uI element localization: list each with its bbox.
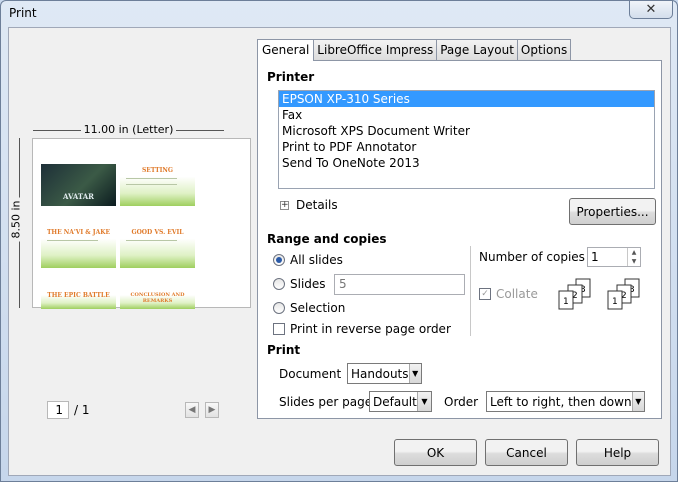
text-line <box>47 240 98 241</box>
slide-thumbnail-title: AVATAR <box>63 192 94 201</box>
all-slides-label: All slides <box>290 253 343 267</box>
cancel-button[interactable]: Cancel <box>485 439 568 466</box>
preview-height-scale: 8.50 in <box>9 138 26 308</box>
radio-button[interactable] <box>273 302 285 314</box>
page-total-label: / 1 <box>74 403 90 417</box>
selection-option[interactable]: Selection <box>273 301 345 315</box>
tab-page-layout[interactable]: Page Layout <box>436 39 518 60</box>
tab-options[interactable]: Options <box>516 39 572 60</box>
collated-copies-icon: 3 2 1 <box>558 278 591 310</box>
preview-width-scale: 11.00 in (Letter) <box>33 123 224 136</box>
spinner-arrows[interactable]: ▲ ▼ <box>627 248 640 266</box>
chevron-up-icon[interactable]: ▲ <box>628 248 640 257</box>
printer-item[interactable]: Print to PDF Annotator <box>279 139 654 155</box>
document-label: Document <box>279 367 342 381</box>
document-value: Handouts <box>351 366 409 381</box>
properties-button[interactable]: Properties... <box>569 198 656 225</box>
slide-thumbnail-title: CONCLUSION AND REMARKS <box>130 292 185 304</box>
radio-button[interactable] <box>273 254 285 266</box>
close-icon: ✕ <box>645 2 657 17</box>
text-line <box>126 184 177 185</box>
svg-text:1: 1 <box>612 297 618 307</box>
printer-item[interactable]: Send To OneNote 2013 <box>279 155 654 171</box>
svg-text:1: 1 <box>563 297 569 307</box>
print-heading: Print <box>267 343 301 357</box>
print-preview-page: AVATAR SETTING THE NA'VI & JAKE GOOD VS.… <box>32 138 251 309</box>
document-select[interactable]: Handouts ▼ <box>347 363 422 384</box>
slide-thumbnail: THE EPIC BATTLE <box>41 289 116 309</box>
ok-button-label: OK <box>426 445 445 460</box>
text-line <box>126 240 177 241</box>
chevron-down-icon[interactable]: ▼ <box>416 392 431 411</box>
chevron-right-icon: ▶ <box>208 405 216 415</box>
collate-label: Collate <box>496 287 538 301</box>
chevron-down-icon[interactable]: ▼ <box>631 392 644 411</box>
slides-range-input[interactable]: 5 <box>334 274 465 295</box>
slide-thumbnail-title: GOOD VS. EVIL <box>131 229 184 236</box>
window-title: Print <box>9 6 37 20</box>
printer-heading: Printer <box>267 70 315 84</box>
print-dialog: Print ✕ 11.00 in (Letter) 8.50 in AVATAR… <box>0 0 678 482</box>
tab-bar: General LibreOffice Impress Page Layout … <box>257 39 572 61</box>
tab-general[interactable]: General <box>257 39 315 61</box>
chevron-left-icon: ◀ <box>188 405 196 415</box>
properties-button-label: Properties... <box>576 204 649 219</box>
range-copies-heading: Range and copies <box>267 232 387 246</box>
slides-per-page-label: Slides per page <box>279 395 373 409</box>
preview-height-label: 8.50 in <box>9 197 23 242</box>
checkbox[interactable]: ✓ <box>479 288 491 300</box>
ok-button[interactable]: OK <box>394 439 477 466</box>
collate-option[interactable]: ✓ Collate <box>479 287 538 301</box>
printer-item[interactable]: Fax <box>279 107 654 123</box>
close-button[interactable]: ✕ <box>629 1 673 19</box>
reverse-order-option[interactable]: Print in reverse page order <box>273 322 451 336</box>
order-value: Left to right, then down <box>490 394 632 409</box>
order-label: Order <box>444 395 479 409</box>
slides-per-page-value: Default <box>373 394 417 409</box>
checkbox[interactable] <box>273 323 285 335</box>
tab-libreoffice-impress[interactable]: LibreOffice Impress <box>313 39 438 60</box>
slide-thumbnail: GOOD VS. EVIL <box>120 226 195 268</box>
chevron-down-icon[interactable]: ▼ <box>628 257 640 266</box>
order-select[interactable]: Left to right, then down ▼ <box>486 391 645 412</box>
slide-thumbnail: AVATAR <box>41 164 116 206</box>
details-label: Details <box>296 198 338 212</box>
general-tab-panel: Printer EPSON XP-310 Series Fax Microsof… <box>257 60 662 419</box>
selection-label: Selection <box>290 301 346 315</box>
expand-plus-icon: + <box>280 199 289 210</box>
details-expander[interactable]: + Details <box>280 198 338 212</box>
chevron-down-icon[interactable]: ▼ <box>408 364 421 383</box>
printer-item[interactable]: EPSON XP-310 Series <box>279 91 654 107</box>
collated-copies-icon: 3 2 1 <box>607 278 640 310</box>
slide-thumbnail: CONCLUSION AND REMARKS <box>120 289 195 309</box>
radio-button[interactable] <box>273 278 285 290</box>
copies-value: 1 <box>591 250 599 264</box>
printer-item[interactable]: Microsoft XPS Document Writer <box>279 123 654 139</box>
slides-label: Slides <box>290 277 326 291</box>
slide-thumbnail-title: THE EPIC BATTLE <box>47 292 110 299</box>
slide-thumbnail-title: SETTING <box>141 167 174 174</box>
text-line <box>126 178 177 179</box>
preview-width-label: 11.00 in (Letter) <box>80 123 177 136</box>
slide-thumbnail: THE NA'VI & JAKE <box>41 226 116 268</box>
help-button[interactable]: Help <box>576 439 659 466</box>
printer-list[interactable]: EPSON XP-310 Series Fax Microsoft XPS Do… <box>278 90 655 189</box>
copies-label: Number of copies <box>479 250 585 264</box>
slide-thumbnail: SETTING <box>120 164 195 206</box>
reverse-order-label: Print in reverse page order <box>290 322 451 336</box>
cancel-button-label: Cancel <box>506 445 547 460</box>
copies-spinner[interactable]: 1 ▲ ▼ <box>587 247 641 267</box>
slides-per-page-select[interactable]: Default ▼ <box>369 391 432 412</box>
divider <box>470 246 471 336</box>
dialog-client-area: 11.00 in (Letter) 8.50 in AVATAR SETTING… <box>8 27 671 476</box>
page-number-input[interactable]: 1 <box>47 401 69 419</box>
slide-thumbnail-title: THE NA'VI & JAKE <box>46 229 111 236</box>
help-button-label: Help <box>603 445 632 460</box>
slides-option[interactable]: Slides <box>273 277 326 291</box>
previous-page-button[interactable]: ◀ <box>185 402 199 418</box>
next-page-button[interactable]: ▶ <box>205 402 219 418</box>
all-slides-option[interactable]: All slides <box>273 253 343 267</box>
